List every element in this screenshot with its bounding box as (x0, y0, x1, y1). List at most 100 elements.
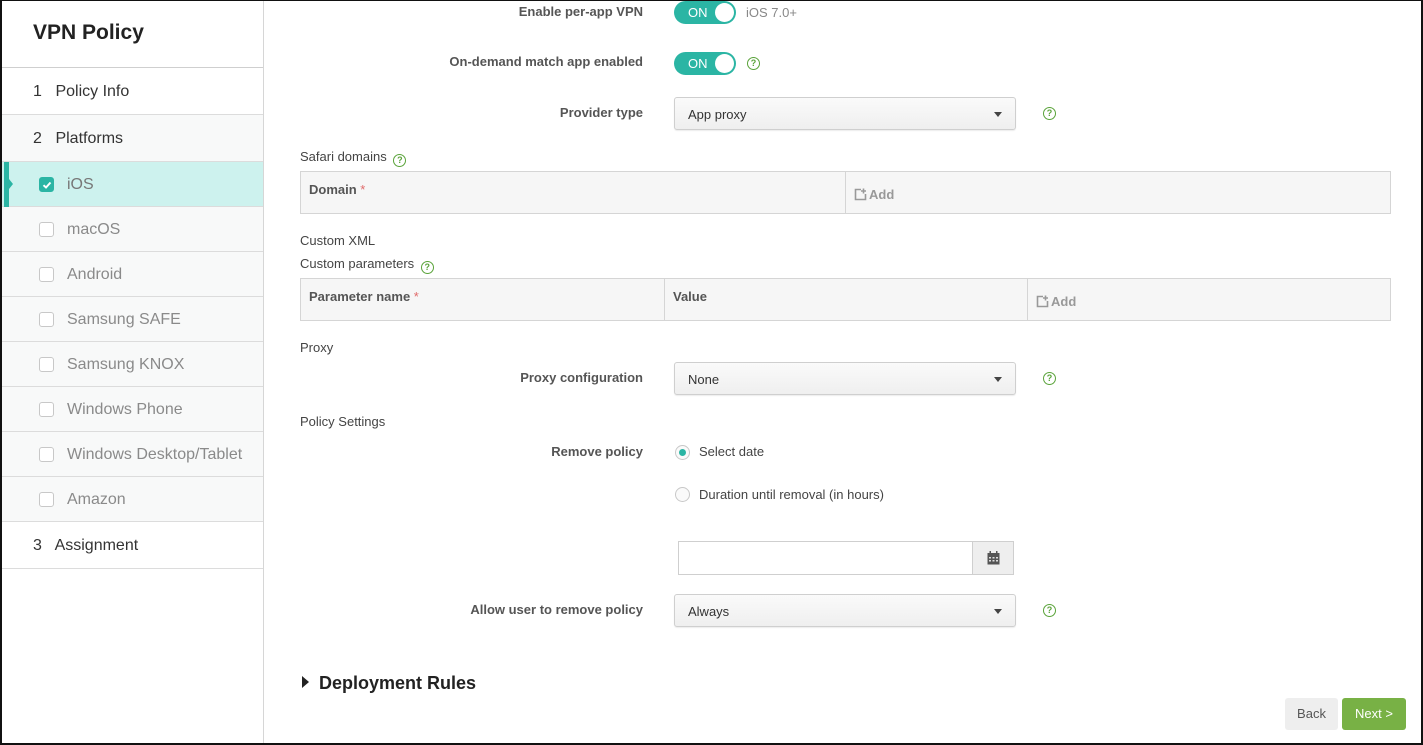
toggle-state: ON (688, 5, 708, 20)
platform-checkbox[interactable] (39, 177, 54, 192)
chevron-down-icon (994, 377, 1002, 382)
proxy-configuration-select[interactable]: None (674, 362, 1016, 395)
step-number: 3 (33, 537, 42, 554)
per-app-vpn-label: Enable per-app VPN (518, 4, 643, 19)
sidebar: VPN Policy 1 Policy Info 2 Platforms iOS… (2, 1, 264, 743)
remove-policy-label: Remove policy (551, 444, 643, 459)
policy-settings-title: Policy Settings (300, 414, 386, 429)
date-picker (678, 541, 1014, 575)
platform-label: Amazon (67, 491, 126, 508)
column-header: Parameter name * (309, 289, 419, 304)
toggle-knob (715, 54, 734, 73)
step-platforms[interactable]: 2 Platforms (2, 115, 263, 162)
required-marker: * (413, 289, 419, 304)
custom-xml-title: Custom XML (300, 233, 376, 248)
ios-version-note: iOS 7.0+ (746, 5, 797, 20)
proxy-configuration-label: Proxy configuration (520, 370, 643, 385)
help-icon[interactable]: ? (420, 261, 434, 274)
column-header-text: Parameter name (309, 289, 411, 304)
duration-radio[interactable] (675, 487, 690, 502)
safari-domains-title: Safari domains ? (300, 149, 407, 167)
add-parameter-button[interactable]: Add (1036, 294, 1076, 309)
custom-parameters-title: Custom parameters ? (300, 256, 434, 274)
step-label: Policy Info (55, 83, 130, 100)
platform-label: Android (67, 266, 123, 283)
caret-right-icon (302, 676, 309, 688)
select-date-label[interactable]: Select date (699, 444, 764, 459)
platform-amazon[interactable]: Amazon (2, 477, 263, 522)
sidebar-title: VPN Policy (2, 1, 263, 68)
platform-checkbox[interactable] (39, 312, 54, 327)
platform-checkbox[interactable] (39, 402, 54, 417)
per-app-vpn-toggle[interactable]: ON (674, 1, 736, 24)
calendar-button[interactable] (972, 542, 1013, 574)
add-label: Add (869, 187, 895, 202)
check-icon (42, 181, 52, 189)
chevron-down-icon (994, 112, 1002, 117)
select-value: App proxy (688, 107, 747, 122)
app-window: VPN Policy 1 Policy Info 2 Platforms iOS… (0, 0, 1423, 745)
step-number: 2 (33, 130, 42, 147)
step-label: Assignment (54, 537, 139, 554)
platform-label: Samsung SAFE (67, 311, 181, 328)
toggle-state: ON (688, 56, 708, 71)
platform-label: Windows Desktop/Tablet (67, 446, 243, 463)
required-marker: * (360, 182, 366, 197)
help-icon[interactable]: ? (747, 57, 760, 70)
deployment-rules-label: Deployment Rules (319, 673, 477, 693)
select-date-radio[interactable] (675, 445, 690, 460)
help-icon[interactable]: ? (1043, 107, 1056, 120)
add-icon (854, 188, 867, 201)
platform-checkbox[interactable] (39, 492, 54, 507)
column-header-text: Domain (309, 182, 357, 197)
platform-ios[interactable]: iOS (2, 162, 263, 207)
column-header: Domain * (309, 182, 365, 197)
proxy-title: Proxy (300, 340, 334, 355)
step-label: Platforms (55, 130, 124, 147)
add-label: Add (1051, 294, 1077, 309)
on-demand-label: On-demand match app enabled (449, 54, 643, 69)
provider-type-select[interactable]: App proxy (674, 97, 1016, 130)
safari-domains-table: Domain * Add (300, 171, 1391, 214)
allow-remove-select[interactable]: Always (674, 594, 1016, 627)
column-header: Value (673, 289, 707, 304)
select-value: Always (688, 604, 730, 619)
section-title-text: Custom parameters (300, 256, 415, 271)
step-assignment[interactable]: 3 Assignment (2, 522, 263, 569)
value-column: Value (665, 279, 1028, 320)
platform-windows-desktop-tablet[interactable]: Windows Desktop/Tablet (2, 432, 263, 477)
platform-label: Windows Phone (67, 401, 183, 418)
platform-checkbox[interactable] (39, 447, 54, 462)
back-button[interactable]: Back (1285, 698, 1338, 730)
help-icon[interactable]: ? (1043, 372, 1056, 385)
date-input[interactable] (681, 544, 971, 572)
platform-macos[interactable]: macOS (2, 207, 263, 252)
platform-samsung-safe[interactable]: Samsung SAFE (2, 297, 263, 342)
select-value: None (688, 372, 720, 387)
main-content: Enable per-app VPN ON iOS 7.0+ On-demand… (265, 1, 1421, 743)
platform-label: Samsung KNOX (67, 356, 185, 373)
step-number: 1 (33, 83, 42, 100)
platform-samsung-knox[interactable]: Samsung KNOX (2, 342, 263, 387)
platform-android[interactable]: Android (2, 252, 263, 297)
platform-checkbox[interactable] (39, 267, 54, 282)
platform-checkbox[interactable] (39, 222, 54, 237)
calendar-icon (987, 551, 1000, 565)
toggle-knob (715, 3, 734, 22)
on-demand-toggle[interactable]: ON (674, 52, 736, 75)
deployment-rules-toggle[interactable]: Deployment Rules (302, 673, 476, 694)
duration-label[interactable]: Duration until removal (in hours) (699, 487, 884, 502)
section-title-text: Safari domains (300, 149, 387, 164)
parameter-name-column: Parameter name * (301, 279, 665, 320)
next-button[interactable]: Next > (1342, 698, 1406, 730)
platform-checkbox[interactable] (39, 357, 54, 372)
add-domain-button[interactable]: Add (854, 187, 894, 202)
platform-windows-phone[interactable]: Windows Phone (2, 387, 263, 432)
chevron-down-icon (994, 609, 1002, 614)
step-policy-info[interactable]: 1 Policy Info (2, 68, 263, 115)
help-icon[interactable]: ? (393, 154, 407, 167)
allow-remove-label: Allow user to remove policy (470, 602, 643, 617)
help-icon[interactable]: ? (1043, 604, 1056, 617)
platform-label: macOS (67, 221, 121, 238)
domain-column: Domain * (301, 172, 846, 213)
